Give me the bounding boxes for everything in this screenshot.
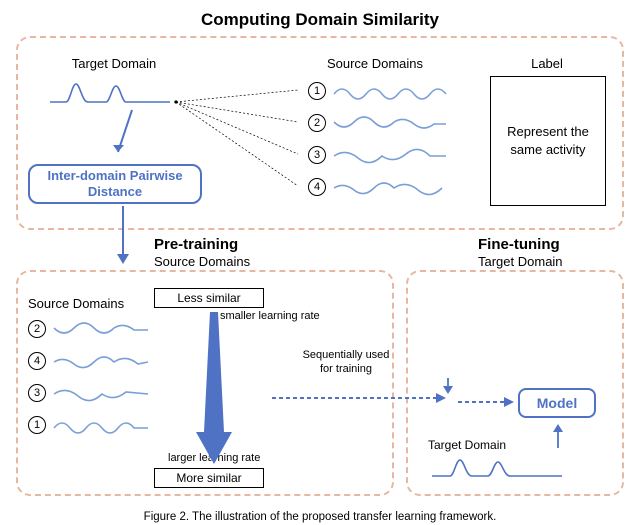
ordered-id-0: 2 — [28, 320, 46, 338]
ordered-wave-3 — [52, 414, 152, 438]
ordered-wave-0 — [52, 318, 152, 342]
source-id-4: 4 — [308, 178, 326, 196]
arrow-seq-right — [270, 388, 450, 408]
arrow-ipd-down — [108, 204, 138, 270]
more-similar-box: More similar — [154, 468, 264, 488]
arrow-target-up — [546, 420, 570, 452]
source-id-2: 2 — [308, 114, 326, 132]
finetune-sub: Target Domain — [478, 254, 563, 269]
label-heading: Label — [512, 56, 582, 71]
page-title: Computing Domain Similarity — [0, 0, 640, 36]
ordered-wave-1 — [52, 350, 152, 374]
source-waveform-2 — [332, 112, 452, 136]
ordered-id-3: 1 — [28, 416, 46, 434]
source-id-1: 1 — [308, 82, 326, 100]
arrow-into-model-left — [456, 392, 518, 412]
arrow-target-to-ipd — [108, 106, 148, 166]
label-box: Represent the same activity — [490, 76, 606, 206]
less-similar-box: Less similar — [154, 288, 264, 308]
target-waveform-bottom — [430, 454, 570, 484]
finetune-target-label: Target Domain — [428, 438, 506, 452]
target-domain-label: Target Domain — [54, 56, 174, 71]
seq-note: Sequentially used for training — [296, 348, 396, 377]
figure-caption: Figure 2. The illustration of the propos… — [0, 511, 640, 523]
source-domains-label: Source Domains — [310, 56, 440, 71]
arrow-seq-down — [438, 376, 458, 396]
source-waveform-1 — [332, 80, 452, 104]
pretrain-sub: Source Domains — [154, 254, 250, 269]
ordered-id-1: 4 — [28, 352, 46, 370]
pretrain-heading: Pre-training — [154, 236, 238, 253]
ordered-wave-2 — [52, 382, 152, 406]
model-box: Model — [518, 388, 596, 418]
finetune-heading: Fine-tuning — [478, 236, 560, 253]
pretrain-list-label: Source Domains — [28, 296, 124, 311]
source-id-3: 3 — [308, 146, 326, 164]
source-waveform-3 — [332, 144, 452, 168]
ordered-id-2: 3 — [28, 384, 46, 402]
smaller-lr-note: smaller learning rate — [220, 310, 320, 322]
widening-arrow — [196, 312, 232, 464]
ipd-box: Inter-domain Pairwise Distance — [28, 164, 202, 204]
source-waveform-4 — [332, 176, 452, 200]
